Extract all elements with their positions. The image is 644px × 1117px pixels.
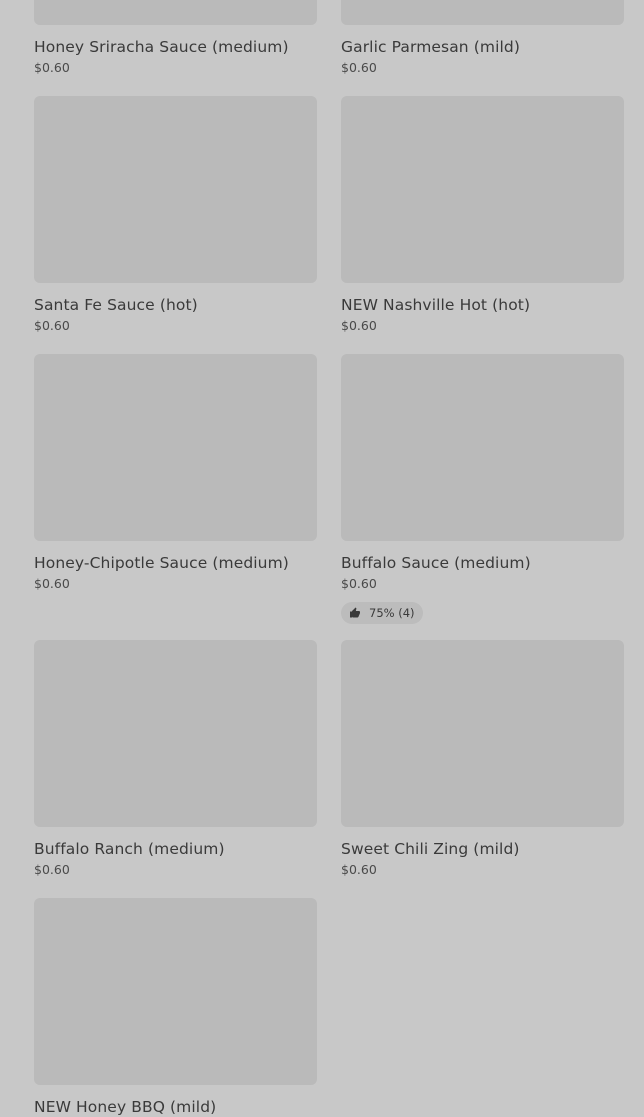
item-name: Buffalo Sauce (medium)	[341, 554, 531, 572]
rating-badge: 75% (4)	[341, 602, 423, 624]
item-price: $0.60	[34, 60, 70, 75]
menu-item-card[interactable]: Garlic Parmesan (mild) $0.60	[341, 0, 624, 76]
menu-item-card[interactable]: Honey Sriracha Sauce (medium) $0.60	[34, 0, 317, 76]
item-image-placeholder	[34, 354, 317, 541]
item-name: Sweet Chili Zing (mild)	[341, 840, 520, 858]
menu-item-card[interactable]: Sweet Chili Zing (mild) $0.60	[341, 640, 624, 878]
item-name: NEW Nashville Hot (hot)	[341, 296, 531, 314]
menu-item-card[interactable]: NEW Nashville Hot (hot) $0.60	[341, 96, 624, 334]
item-name: NEW Honey BBQ (mild)	[34, 1098, 217, 1116]
item-price: $0.60	[34, 576, 70, 591]
menu-item-card[interactable]: Buffalo Ranch (medium) $0.60	[34, 640, 317, 878]
item-price: $0.60	[341, 862, 377, 877]
item-price: $0.60	[34, 318, 70, 333]
item-price: $0.60	[341, 318, 377, 333]
item-name: Honey-Chipotle Sauce (medium)	[34, 554, 289, 572]
item-image-placeholder	[341, 0, 624, 25]
item-name: Honey Sriracha Sauce (medium)	[34, 38, 289, 56]
menu-item-card[interactable]: Honey-Chipotle Sauce (medium) $0.60	[34, 354, 317, 592]
item-name: Buffalo Ranch (medium)	[34, 840, 225, 858]
item-image-placeholder	[341, 354, 624, 541]
item-image-placeholder	[34, 0, 317, 25]
thumbs-up-icon	[350, 607, 360, 618]
item-image-placeholder	[341, 96, 624, 283]
item-image-placeholder	[34, 898, 317, 1085]
item-price: $0.60	[341, 60, 377, 75]
item-name: Garlic Parmesan (mild)	[341, 38, 520, 56]
item-image-placeholder	[341, 640, 624, 827]
item-price: $0.60	[34, 862, 70, 877]
item-image-placeholder	[34, 640, 317, 827]
menu-item-card[interactable]: NEW Honey BBQ (mild)	[34, 898, 317, 1117]
item-name: Santa Fe Sauce (hot)	[34, 296, 198, 314]
rating-text: 75% (4)	[369, 606, 415, 620]
item-image-placeholder	[34, 96, 317, 283]
menu-item-card[interactable]: Santa Fe Sauce (hot) $0.60	[34, 96, 317, 334]
item-price: $0.60	[341, 576, 377, 591]
menu-item-card[interactable]: Buffalo Sauce (medium) $0.60 75% (4)	[341, 354, 624, 624]
